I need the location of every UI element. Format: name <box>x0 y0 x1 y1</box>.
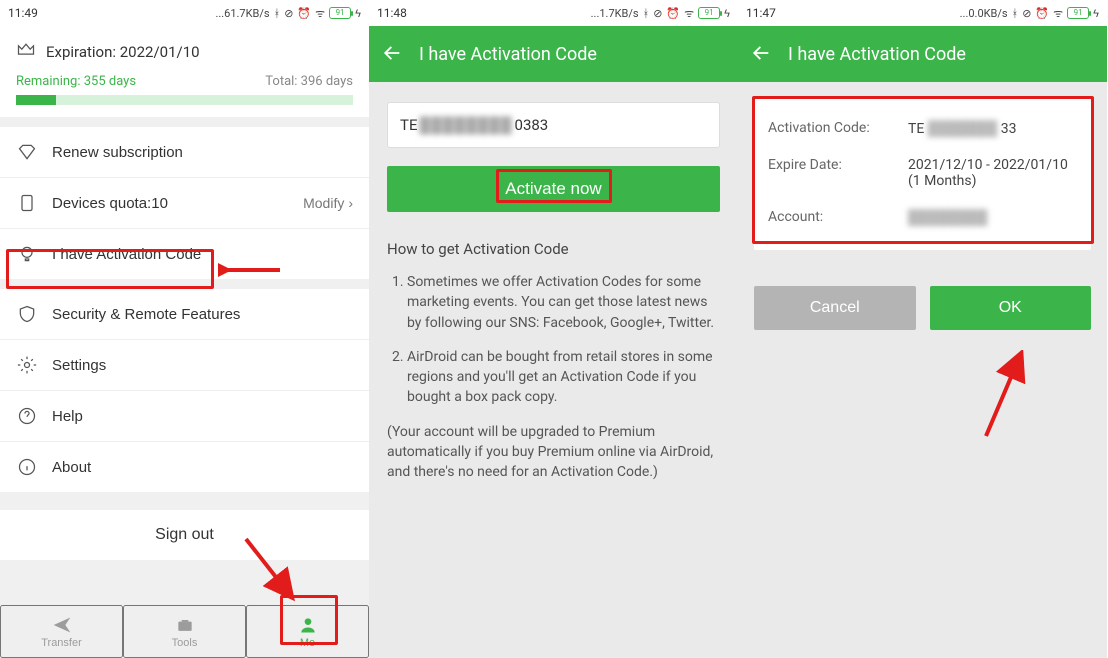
redacted-account: ████████ <box>908 210 987 226</box>
status-right: ...1.7KB/s ᚼ ⊘ ⏰ ᯤ 91 ϟ <box>589 6 730 21</box>
charging-icon: ϟ <box>355 7 361 20</box>
alarm-icon: ⏰ <box>297 7 311 20</box>
total-days: Total: 396 days <box>265 74 353 89</box>
activate-now-button[interactable]: Activate now <box>387 166 720 212</box>
status-right: ...61.7KB/s ᚼ ⊘ ⏰ ᯤ 91 ϟ <box>213 6 361 21</box>
battery-icon: 91 <box>329 7 351 19</box>
confirm-button-row: Cancel OK <box>738 266 1107 350</box>
expiration-progress-fill <box>16 95 56 105</box>
person-icon <box>298 615 318 635</box>
info-row-code: Activation Code: TE ███████ 33 <box>768 110 1077 147</box>
help-row[interactable]: Help <box>0 391 369 441</box>
wifi-icon: ᯤ <box>684 6 694 21</box>
about-row[interactable]: About <box>0 442 369 492</box>
page-title: I have Activation Code <box>788 44 966 65</box>
redacted-code: ███████ <box>928 121 997 137</box>
shield-icon <box>16 303 38 325</box>
chevron-right-icon: › <box>348 195 353 211</box>
info-row-expire: Expire Date: 2021/12/10 - 2022/01/10 (1 … <box>768 147 1077 199</box>
help-icon <box>16 405 38 427</box>
devices-quota-row[interactable]: Devices quota:10 Modify › <box>0 178 369 228</box>
back-button[interactable] <box>381 42 403 67</box>
about-label: About <box>52 459 353 476</box>
diamond-icon <box>16 141 38 163</box>
back-button[interactable] <box>750 42 772 67</box>
nav-me[interactable]: Me <box>246 605 369 658</box>
app-bar: I have Activation Code <box>369 26 738 82</box>
nav-transfer[interactable]: Transfer <box>0 605 123 658</box>
cancel-button[interactable]: Cancel <box>754 286 916 330</box>
activation-code-input[interactable]: TE ████████ 0383 <box>387 102 720 148</box>
status-bar: 11:47 ...0.0KB/s ᚼ ⊘ ⏰ ᯤ 91 ϟ <box>738 0 1107 26</box>
app-bar: I have Activation Code <box>738 26 1107 82</box>
redacted-code: ████████ <box>419 116 512 134</box>
expiration-label: Expiration: 2022/01/10 <box>46 43 200 61</box>
page-title: I have Activation Code <box>419 44 597 65</box>
activation-label: I have Activation Code <box>52 246 353 263</box>
security-row[interactable]: Security & Remote Features <box>0 289 369 339</box>
battery-icon: 91 <box>1067 7 1089 19</box>
sign-out-button[interactable]: Sign out <box>0 510 369 560</box>
toolbox-icon <box>175 615 195 635</box>
expiration-progress <box>16 95 353 105</box>
expiration-block: Expiration: 2022/01/10 Remaining: 355 da… <box>0 26 369 117</box>
wifi-icon: ᯤ <box>315 6 325 21</box>
ok-button[interactable]: OK <box>930 286 1092 330</box>
help-label: Help <box>52 408 353 425</box>
alarm-icon: ⏰ <box>666 7 680 20</box>
alarm-icon: ⏰ <box>1035 7 1049 20</box>
renew-label: Renew subscription <box>52 144 353 161</box>
security-label: Security & Remote Features <box>52 306 353 323</box>
gear-icon <box>16 354 38 376</box>
lightbulb-icon <box>16 243 38 265</box>
renew-subscription-row[interactable]: Renew subscription <box>0 127 369 177</box>
status-time: 11:49 <box>8 6 38 20</box>
dnd-icon: ⊘ <box>284 7 293 20</box>
quota-label: Devices quota:10 <box>52 195 289 212</box>
bluetooth-icon: ᚼ <box>274 7 281 20</box>
settings-row[interactable]: Settings <box>0 340 369 390</box>
status-time: 11:47 <box>746 6 776 20</box>
dnd-icon: ⊘ <box>1022 7 1031 20</box>
howto-title: How to get Activation Code <box>387 240 720 258</box>
quota-modify[interactable]: Modify › <box>303 195 353 211</box>
bluetooth-icon: ᚼ <box>643 7 650 20</box>
screen-activation-confirm: 11:47 ...0.0KB/s ᚼ ⊘ ⏰ ᯤ 91 ϟ I have Act… <box>738 0 1107 658</box>
charging-icon: ϟ <box>724 7 730 20</box>
screen-me-settings: 11:49 ...61.7KB/s ᚼ ⊘ ⏰ ᯤ 91 ϟ Expiratio… <box>0 0 369 658</box>
screen-activation-input: 11:48 ...1.7KB/s ᚼ ⊘ ⏰ ᯤ 91 ϟ I have Act… <box>369 0 738 658</box>
status-bar: 11:48 ...1.7KB/s ᚼ ⊘ ⏰ ᯤ 91 ϟ <box>369 0 738 26</box>
remaining-days: Remaining: 355 days <box>16 74 136 89</box>
status-bar: 11:49 ...61.7KB/s ᚼ ⊘ ⏰ ᯤ 91 ϟ <box>0 0 369 26</box>
device-icon <box>16 192 38 214</box>
howto-item-1: Sometimes we offer Activation Codes for … <box>407 272 720 333</box>
annotation-arrow-ok <box>978 350 1038 440</box>
nav-tools[interactable]: Tools <box>123 605 246 658</box>
battery-icon: 91 <box>698 7 720 19</box>
dnd-icon: ⊘ <box>653 7 662 20</box>
back-arrow-icon <box>381 42 403 64</box>
activation-code-row[interactable]: I have Activation Code <box>0 229 369 279</box>
howto-note: (Your account will be upgraded to Premiu… <box>387 422 720 483</box>
howto-item-2: AirDroid can be bought from retail store… <box>407 347 720 408</box>
crown-icon <box>16 40 36 64</box>
bluetooth-icon: ᚼ <box>1012 7 1019 20</box>
status-time: 11:48 <box>377 6 407 20</box>
status-right: ...0.0KB/s ᚼ ⊘ ⏰ ᯤ 91 ϟ <box>958 6 1099 21</box>
info-row-account: Account: ████████ <box>768 199 1077 236</box>
wifi-icon: ᯤ <box>1053 6 1063 21</box>
bottom-nav: Transfer Tools Me <box>0 604 369 658</box>
info-icon <box>16 456 38 478</box>
settings-label: Settings <box>52 357 353 374</box>
howto-section: How to get Activation Code Sometimes we … <box>387 240 720 483</box>
send-icon <box>52 615 72 635</box>
activation-info-card: Activation Code: TE ███████ 33 Expire Da… <box>754 98 1091 250</box>
back-arrow-icon <box>750 42 772 64</box>
charging-icon: ϟ <box>1093 7 1099 20</box>
